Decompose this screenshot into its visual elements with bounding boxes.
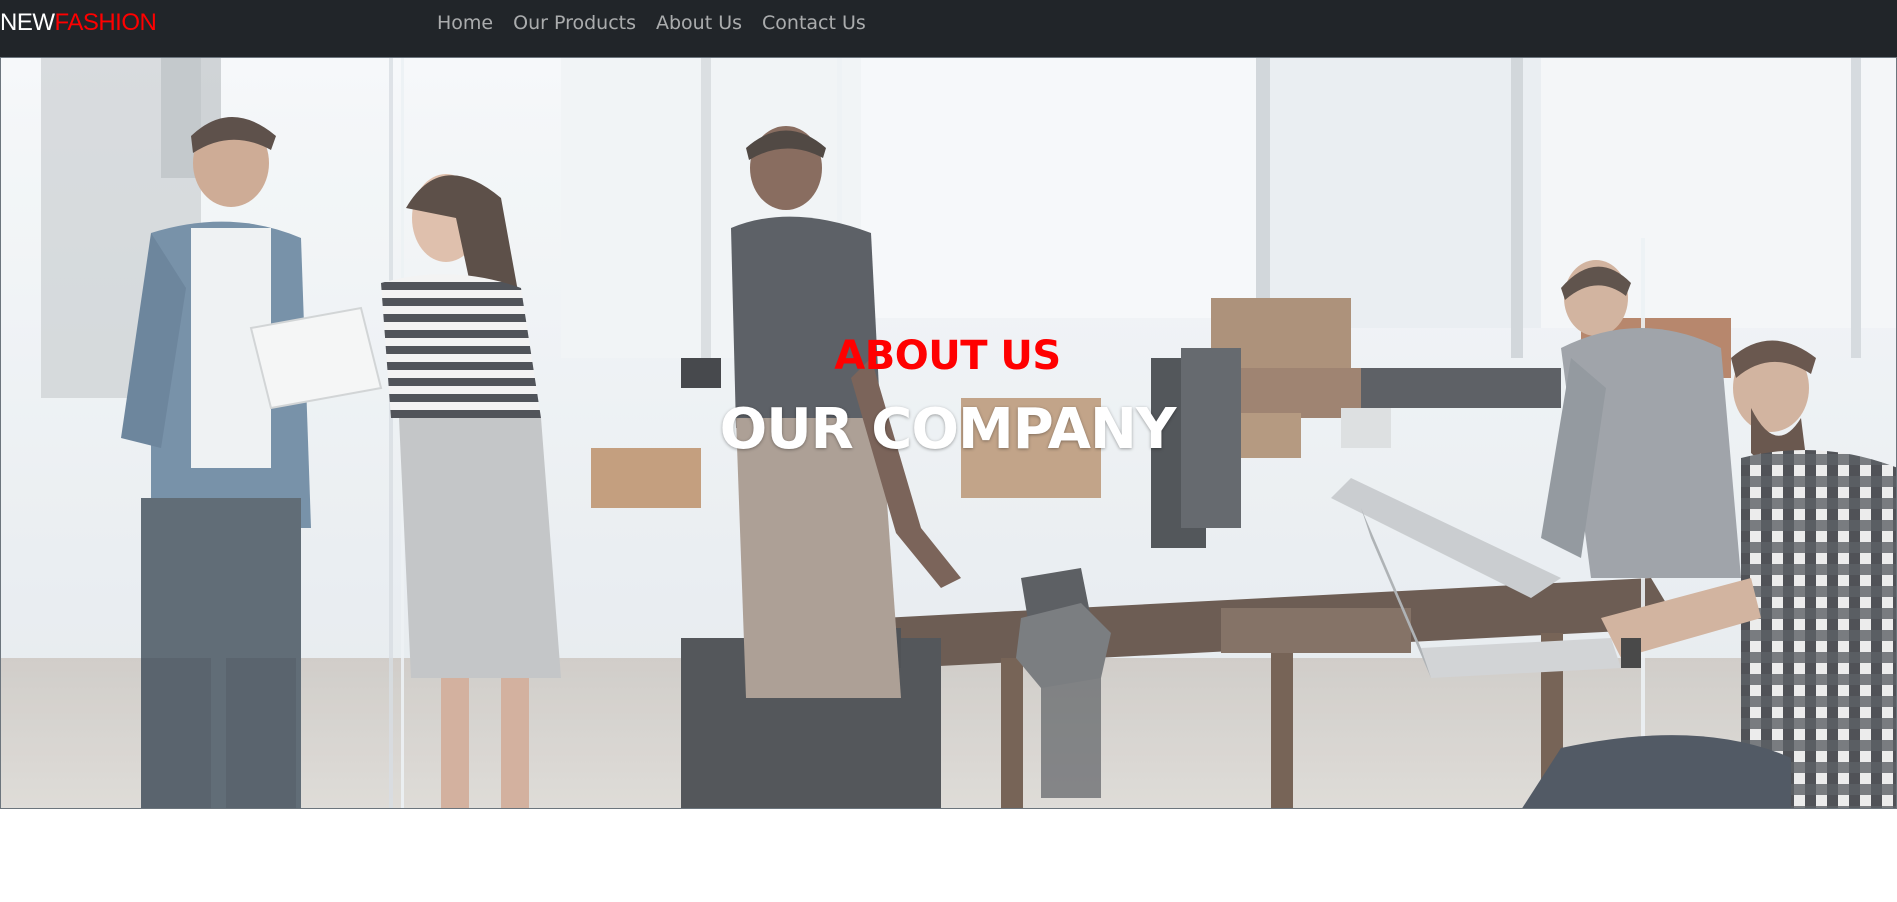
nav-links: Home Our Products About Us Contact Us (437, 11, 886, 36)
top-navbar: NEWFASHION Home Our Products About Us Co… (0, 0, 1897, 57)
brand-logo[interactable]: NEWFASHION (0, 9, 157, 37)
hero-banner: ABOUT US OUR COMPANY (0, 57, 1897, 809)
nav-link-our-products[interactable]: Our Products (513, 11, 636, 36)
nav-link-about-us[interactable]: About Us (656, 11, 742, 36)
brand-fashion-text: FASHION (54, 9, 157, 36)
about-us-heading: ABOUT US (834, 333, 1061, 379)
nav-link-home[interactable]: Home (437, 11, 493, 36)
hero-text-block: ABOUT US OUR COMPANY (1, 58, 1896, 808)
nav-link-contact-us[interactable]: Contact Us (762, 11, 866, 36)
our-company-heading: OUR COMPANY (719, 397, 1177, 462)
brand-new-text: NEW (0, 9, 55, 36)
